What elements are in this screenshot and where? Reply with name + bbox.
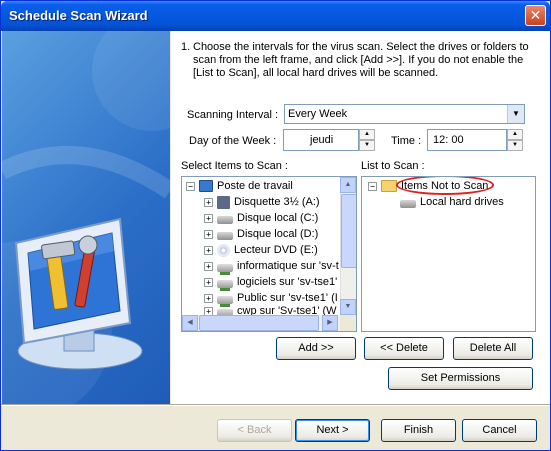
expand-icon[interactable]: +: [204, 197, 213, 207]
computer-tools-illustration: [2, 31, 170, 404]
scroll-left-icon[interactable]: ◀: [182, 315, 198, 331]
network-drive-icon: [217, 295, 233, 307]
network-drive-icon: [217, 263, 233, 275]
spin-up-icon[interactable]: ▲: [359, 129, 375, 140]
computer-icon: [199, 180, 213, 192]
time-label: Time :: [391, 135, 422, 147]
expand-icon[interactable]: +: [204, 213, 213, 223]
select-items-label: Select Items to Scan :: [181, 160, 288, 172]
set-permissions-button[interactable]: Set Permissions: [388, 367, 533, 390]
spin-down-icon[interactable]: ▼: [507, 140, 523, 151]
wizard-content: 1. Choose the intervals for the virus sc…: [171, 31, 550, 404]
dropdown-arrow-icon[interactable]: ▼: [507, 105, 524, 123]
footer-divider: [1, 404, 550, 406]
title-bar[interactable]: Schedule Scan Wizard ✕: [1, 1, 550, 31]
spin-down-icon[interactable]: ▼: [359, 140, 375, 151]
hard-drive-icon: [217, 231, 233, 240]
select-items-tree[interactable]: − Poste de travail + Disquette 3½ (A:) +…: [181, 176, 357, 332]
expand-icon[interactable]: +: [204, 293, 213, 303]
back-button[interactable]: < Back: [217, 419, 292, 442]
vertical-scrollbar[interactable]: ▲ ▼: [340, 177, 356, 315]
scroll-thumb[interactable]: [199, 315, 319, 331]
list-to-scan-label: List to Scan :: [361, 160, 425, 172]
floppy-icon: [217, 195, 230, 209]
tree-item-row[interactable]: Local hard drives: [400, 194, 504, 210]
network-drive-icon: [217, 279, 233, 291]
scanning-interval-value: Every Week: [288, 108, 348, 120]
finish-button[interactable]: Finish: [381, 419, 456, 442]
close-button[interactable]: ✕: [525, 5, 546, 26]
spin-up-icon[interactable]: ▲: [507, 129, 523, 140]
dvd-drive-icon: [217, 243, 230, 257]
scroll-down-icon[interactable]: ▼: [340, 299, 356, 315]
tree-item-row[interactable]: + Public sur 'sv-tse1' (I: [204, 290, 338, 307]
expand-icon[interactable]: +: [204, 229, 213, 239]
close-icon: ✕: [529, 7, 542, 23]
tree-item-label: Disque local (C:): [237, 212, 319, 224]
tree-item-row[interactable]: + logiciels sur 'sv-tse1': [204, 274, 338, 291]
local-hard-drives-label: Local hard drives: [420, 196, 504, 208]
delete-all-button[interactable]: Delete All: [453, 337, 533, 360]
horizontal-scrollbar[interactable]: ◀ ▶: [182, 315, 340, 331]
wizard-window: Schedule Scan Wizard ✕ 1. Choose the int…: [0, 0, 551, 451]
wizard-banner-image: [2, 31, 170, 404]
tree-item-label: Disquette 3½ (A:): [234, 196, 320, 208]
day-of-week-label: Day of the Week :: [189, 135, 277, 147]
cancel-button[interactable]: Cancel: [462, 419, 537, 442]
tree-item-row[interactable]: + informatique sur 'sv-t: [204, 258, 339, 275]
tree-item-row[interactable]: + Disque local (C:): [204, 210, 318, 226]
window-title: Schedule Scan Wizard: [9, 8, 148, 23]
expand-icon[interactable]: +: [204, 261, 213, 271]
scroll-thumb[interactable]: [341, 194, 356, 268]
day-of-week-spinner[interactable]: jeudi ▲ ▼: [283, 129, 375, 151]
time-spinner[interactable]: 12: 00 ▲ ▼: [427, 129, 523, 151]
tree-item-label: informatique sur 'sv-t: [237, 260, 339, 272]
delete-button[interactable]: << Delete: [364, 337, 444, 360]
tree-item-label: logiciels sur 'sv-tse1': [237, 276, 338, 288]
expand-icon[interactable]: +: [204, 277, 213, 287]
folder-icon: [381, 180, 397, 192]
tree-item-row[interactable]: + Disquette 3½ (A:): [204, 194, 320, 210]
day-spin-buttons[interactable]: ▲ ▼: [359, 129, 375, 151]
next-button[interactable]: Next >: [295, 419, 370, 442]
tree-item-label: Public sur 'sv-tse1' (I: [237, 292, 338, 304]
tree-root-row[interactable]: − Poste de travail: [186, 178, 293, 194]
expand-icon[interactable]: +: [204, 245, 213, 255]
tree-item-row[interactable]: + Lecteur DVD (E:): [204, 242, 318, 258]
red-highlight-ellipse: [396, 177, 494, 195]
scroll-up-icon[interactable]: ▲: [340, 177, 356, 193]
step-number: 1.: [181, 41, 191, 53]
collapse-icon[interactable]: −: [186, 181, 195, 191]
tree-root-label: Poste de travail: [217, 180, 293, 192]
list-to-scan-tree[interactable]: − Items Not to Scan Local hard drives: [361, 176, 536, 332]
time-value: 12: 00: [433, 134, 464, 146]
instruction-text: Choose the intervals for the virus scan.…: [193, 41, 529, 79]
scanning-interval-label: Scanning Interval :: [187, 109, 279, 121]
time-spin-buttons[interactable]: ▲ ▼: [507, 129, 523, 151]
tree-item-label: Lecteur DVD (E:): [234, 244, 318, 256]
instructions: 1. Choose the intervals for the virus sc…: [181, 41, 541, 80]
scroll-right-icon[interactable]: ▶: [322, 315, 338, 331]
day-of-week-value: jeudi: [310, 134, 334, 146]
scroll-corner: [340, 315, 356, 331]
hard-drive-icon: [217, 215, 233, 224]
hard-drive-icon: [400, 199, 416, 208]
add-button[interactable]: Add >>: [276, 337, 356, 360]
tree-item-row[interactable]: + Disque local (D:): [204, 226, 318, 242]
scanning-interval-select[interactable]: Every Week ▼: [284, 104, 525, 124]
tree-item-label: Disque local (D:): [237, 228, 319, 240]
collapse-icon[interactable]: −: [368, 181, 377, 191]
